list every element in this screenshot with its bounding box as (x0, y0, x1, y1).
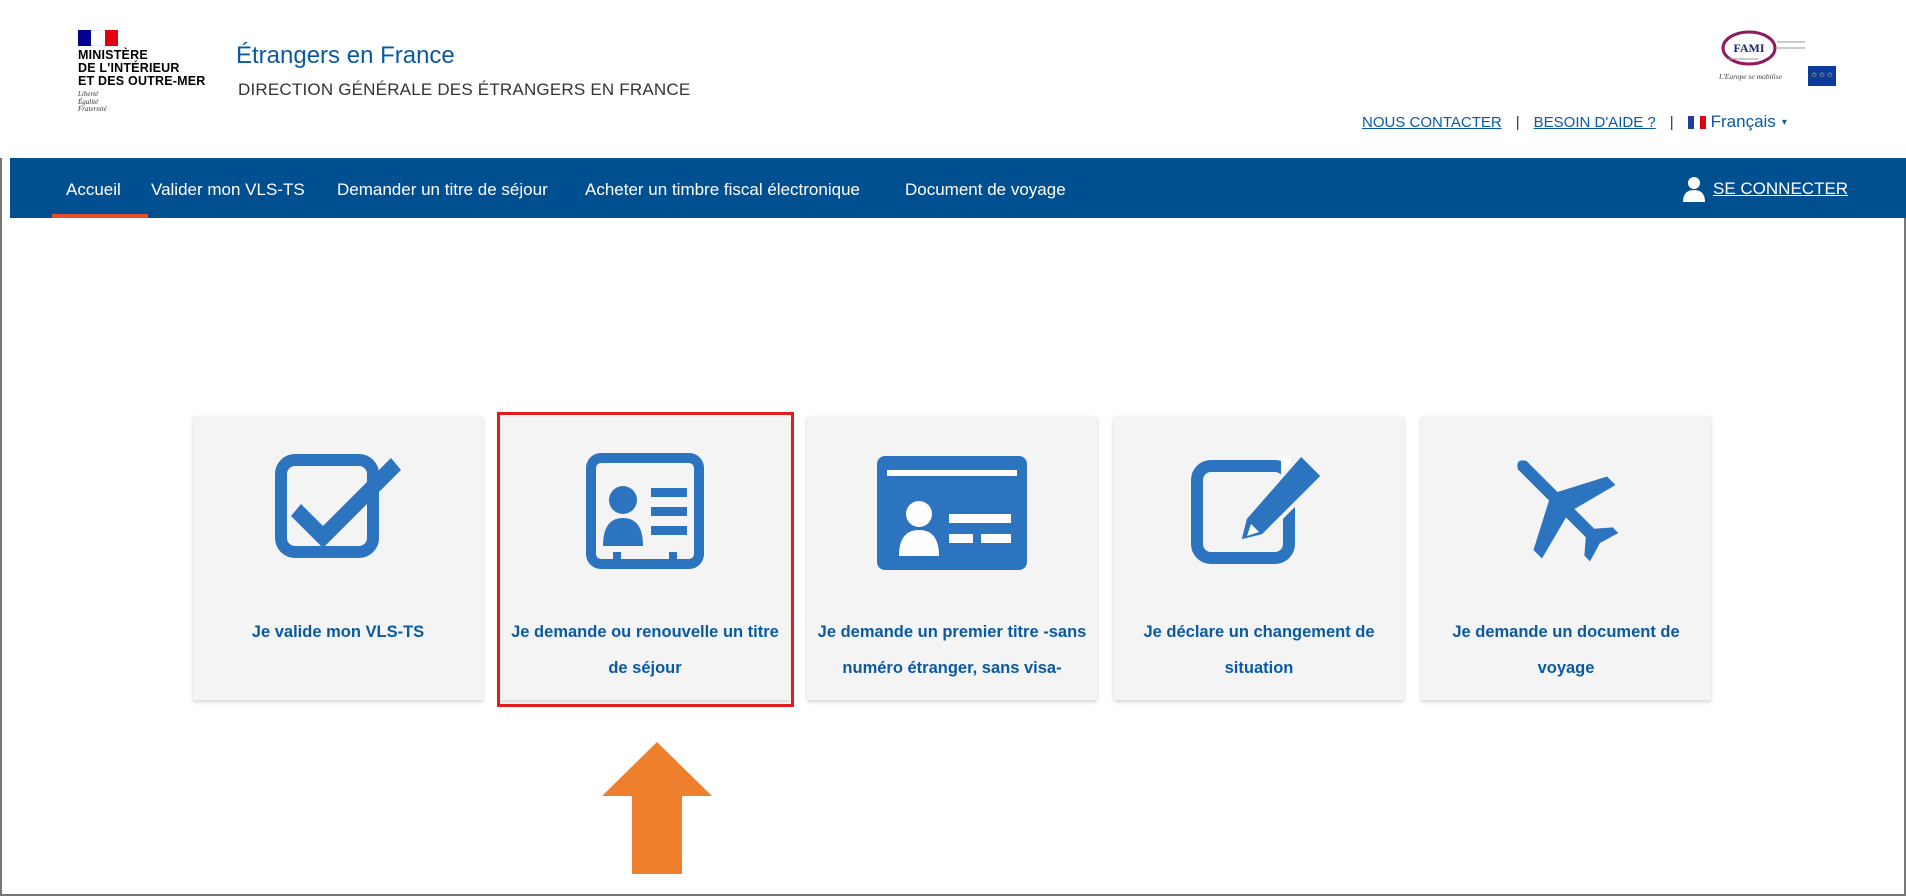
checkbox-icon (275, 454, 401, 558)
separator: | (1515, 113, 1520, 131)
login-link[interactable]: SE CONNECTER (1683, 176, 1848, 202)
edit-icon (1191, 452, 1326, 564)
chevron-down-icon: ▾ (1781, 116, 1787, 128)
contact-link[interactable]: NOUS CONTACTER (1362, 114, 1502, 131)
fami-logo-text: FAMI (1733, 41, 1764, 55)
card-label: Je demande un document de voyage (1452, 623, 1680, 677)
site-header: MINISTÈRE DE L'INTÉRIEUR ET DES OUTRE-ME… (0, 0, 1906, 158)
card-declare-change[interactable]: Je déclare un changement de situation (1114, 416, 1404, 700)
card-validate-vls-ts[interactable]: Je valide mon VLS-TS (193, 416, 483, 700)
french-flag-icon (78, 30, 118, 46)
eu-flag-icon: ✩ ✩ ✩ (1808, 66, 1836, 86)
separator: | (1669, 113, 1674, 131)
active-tab-indicator (52, 214, 148, 218)
nav-item-titre-de-sejour[interactable]: Demander un titre de séjour (337, 180, 548, 200)
plane-icon (1517, 460, 1619, 562)
top-links: NOUS CONTACTER | BESOIN D'AIDE ? | Franç… (1362, 112, 1787, 132)
nav-item-accueil[interactable]: Accueil (66, 180, 121, 200)
nav-item-document-voyage[interactable]: Document de voyage (905, 180, 1066, 200)
up-arrow-annotation-icon (602, 742, 712, 874)
republic-motto: Liberté Égalité Fraternité (78, 90, 107, 113)
main-nav: Accueil Valider mon VLS-TS Demander un t… (10, 158, 1906, 218)
fami-tagline: L'Europe se mobilise (1719, 72, 1782, 81)
card-renew-residence-permit[interactable]: Je demande ou renouvelle un titre de séj… (500, 416, 790, 700)
fami-emblem-icon: FAMI (1721, 30, 1805, 66)
id-card-icon (877, 456, 1027, 570)
id-badge-icon (586, 453, 704, 569)
ministry-name: MINISTÈRE DE L'INTÉRIEUR ET DES OUTRE-ME… (78, 48, 206, 88)
card-label: Je déclare un changement de situation (1143, 623, 1375, 677)
nav-item-timbre-fiscal[interactable]: Acheter un timbre fiscal électronique (585, 180, 860, 200)
user-icon (1683, 177, 1705, 202)
site-subtitle: DIRECTION GÉNÉRALE DES ÉTRANGERS EN FRAN… (238, 80, 691, 99)
card-label: Je demande ou renouvelle un titre de séj… (511, 623, 779, 677)
french-flag-icon (1687, 115, 1706, 129)
card-label: Je valide mon VLS-TS (251, 623, 425, 641)
nav-item-valider-vls-ts[interactable]: Valider mon VLS-TS (151, 180, 305, 200)
card-first-residence-permit[interactable]: Je demande un premier titre -sans numéro… (807, 416, 1097, 700)
help-link[interactable]: BESOIN D'AIDE ? (1534, 114, 1656, 131)
ministry-logo[interactable]: MINISTÈRE DE L'INTÉRIEUR ET DES OUTRE-ME… (78, 30, 218, 114)
card-label: Je demande un premier titre -sans numéro… (817, 623, 1087, 677)
login-label: SE CONNECTER (1713, 179, 1849, 198)
language-selector[interactable]: Français ▾ (1687, 112, 1787, 132)
fami-logo: FAMI L'Europe se mobilise ✩ ✩ ✩ (1719, 28, 1839, 96)
site-title[interactable]: Étrangers en France (236, 42, 455, 70)
language-label: Français (1710, 112, 1776, 131)
card-travel-document[interactable]: Je demande un document de voyage (1421, 416, 1711, 700)
